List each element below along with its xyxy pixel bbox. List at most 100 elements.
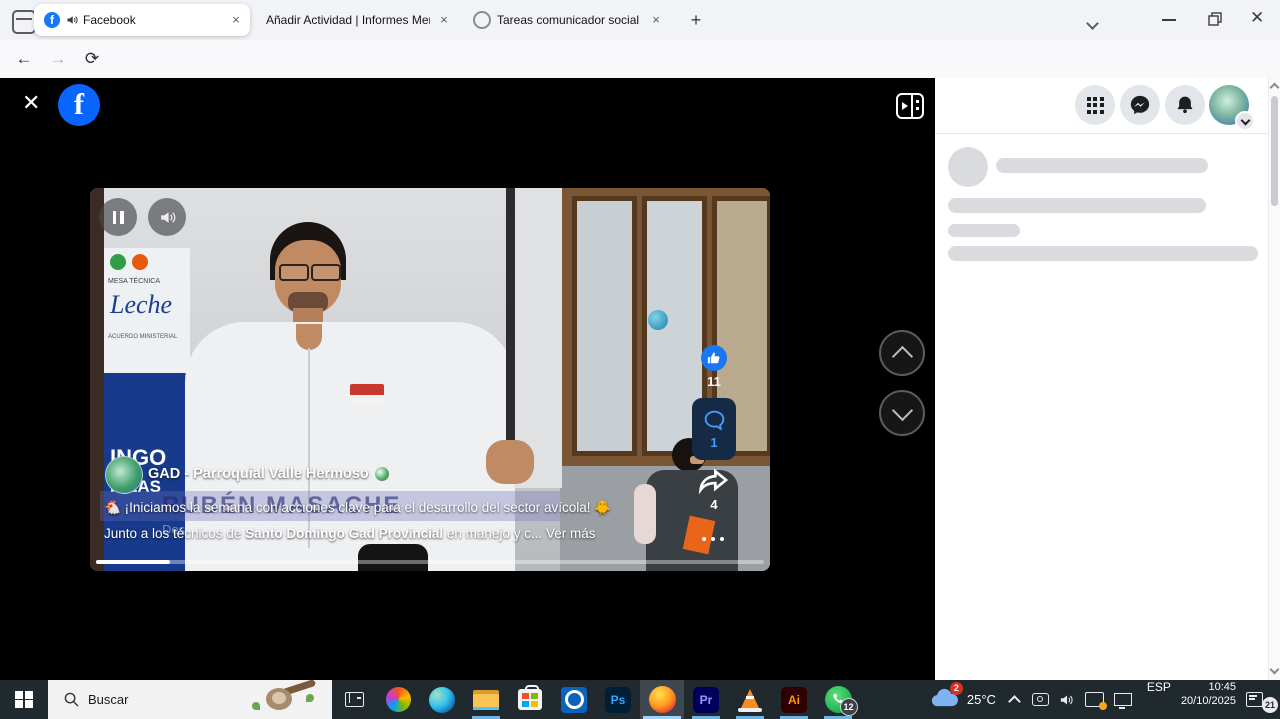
more-options-icon[interactable]: [702, 537, 724, 541]
pause-button[interactable]: [99, 198, 137, 236]
tray-network-icon[interactable]: [1114, 680, 1132, 719]
glass-logo: [648, 310, 668, 330]
previous-reel-button[interactable]: [879, 330, 925, 376]
page-avatar[interactable]: [105, 456, 143, 494]
tray-device-icon[interactable]: [1032, 680, 1049, 719]
skeleton-avatar: [948, 147, 988, 187]
video-progress-track[interactable]: [96, 560, 764, 564]
tab-title: Facebook: [83, 13, 222, 27]
language-indicator[interactable]: ESP: [1147, 680, 1171, 719]
caption-line1: 🐔 ¡Iniciamos la semana con acciones clav…: [104, 500, 611, 516]
tab-close-icon[interactable]: ×: [648, 12, 664, 28]
like-count: 11: [691, 374, 737, 389]
page-name[interactable]: GAD - Parroquial Valle Hermoso: [148, 466, 369, 482]
tab-close-icon[interactable]: ×: [228, 12, 244, 28]
shirt-patch: [350, 384, 384, 404]
skeleton-line: [948, 224, 1020, 237]
clock-time: 10:45: [1181, 680, 1236, 694]
taskbar-premiere-icon[interactable]: Pr: [684, 680, 728, 719]
window-close-button[interactable]: ✕: [1250, 8, 1264, 28]
close-icon[interactable]: ✕: [22, 90, 40, 116]
comment-button[interactable]: 1: [692, 398, 736, 460]
window-restore-button[interactable]: [1208, 12, 1223, 32]
notifications-icon[interactable]: [1165, 85, 1205, 125]
desktop: f Facebook × Añadir Actividad | Informes…: [0, 0, 1280, 719]
taskbar-copilot-icon[interactable]: [376, 680, 420, 719]
chick-emoji: 🐥: [594, 500, 611, 515]
comment-count: 1: [710, 435, 717, 450]
search-box[interactable]: Buscar: [48, 680, 332, 719]
weather-alert-badge: 2: [950, 682, 963, 695]
page-name-row[interactable]: GAD - Parroquial Valle Hermoso: [148, 466, 389, 482]
tab-facebook[interactable]: f Facebook ×: [34, 4, 250, 36]
scroll-down-icon[interactable]: [1270, 665, 1280, 675]
taskbar-photoshop-icon[interactable]: Ps: [596, 680, 640, 719]
task-view-button[interactable]: [332, 680, 376, 719]
apps-grid-icon[interactable]: [1075, 85, 1115, 125]
caption-page-mention[interactable]: Santo Domingo Gad Provincial: [245, 526, 443, 541]
scroll-up-icon[interactable]: [1270, 83, 1280, 93]
messenger-icon[interactable]: [1120, 85, 1160, 125]
taskbar-firefox-icon[interactable]: [640, 680, 684, 719]
taskbar-store-icon[interactable]: [508, 680, 552, 719]
tab-title: Añadir Actividad | Informes Mensua: [266, 13, 430, 27]
search-icon: [64, 692, 79, 707]
page-scrollbar[interactable]: [1268, 78, 1280, 680]
comment-icon: [702, 408, 727, 433]
skeleton-line: [996, 158, 1208, 173]
forward-button[interactable]: →: [45, 49, 71, 69]
weather-temp: 25°C: [967, 692, 996, 707]
taskbar-vlc-icon[interactable]: [728, 680, 772, 719]
browser-toolbar: ← → ⟳ www.facebook.com/reel/196838533401…: [0, 40, 1280, 79]
video-progress-fill: [96, 560, 170, 564]
tray-volume-icon[interactable]: [1059, 680, 1075, 719]
profile-avatar[interactable]: [1209, 85, 1249, 125]
skeleton-line: [948, 246, 1258, 261]
mute-button[interactable]: [148, 198, 186, 236]
taskbar-outlook-icon[interactable]: [552, 680, 596, 719]
share-count: 4: [691, 497, 737, 512]
tab-manager-icon[interactable]: [12, 10, 36, 34]
taskbar-illustrator-icon[interactable]: Ai: [772, 680, 816, 719]
tray-onedrive-icon[interactable]: [1085, 680, 1104, 719]
see-more-link[interactable]: Ver más: [546, 526, 596, 541]
taskbar-file-explorer-icon[interactable]: [464, 680, 508, 719]
facebook-right-panel: [935, 78, 1280, 680]
notification-center-button[interactable]: 21: [1246, 680, 1280, 719]
taskbar-whatsapp-icon[interactable]: 12: [816, 680, 860, 719]
scrollbar-thumb[interactable]: [1271, 96, 1278, 206]
back-button[interactable]: ←: [11, 49, 37, 69]
windows-taskbar: Buscar: [0, 680, 1280, 719]
rooster-emoji: 🐔: [104, 500, 121, 515]
tab-title: Tareas comunicador social GAD: [497, 13, 642, 27]
search-label: Buscar: [88, 692, 128, 707]
tab-favicon-globe-icon: [473, 11, 491, 29]
clock[interactable]: 10:45 20/10/2025: [1181, 680, 1236, 719]
next-reel-button[interactable]: [879, 390, 925, 436]
tab-tareas[interactable]: Tareas comunicador social GAD ×: [464, 4, 670, 36]
list-all-tabs-icon[interactable]: [1088, 15, 1097, 33]
taskbar-edge-icon[interactable]: [420, 680, 464, 719]
tab-close-icon[interactable]: ×: [436, 12, 452, 28]
tab-informes[interactable]: Añadir Actividad | Informes Mensua ×: [258, 4, 458, 36]
facebook-favicon: f: [44, 12, 60, 28]
like-button[interactable]: [701, 345, 727, 371]
whatsapp-badge: 12: [840, 698, 858, 716]
tab-audio-icon[interactable]: [66, 14, 78, 26]
new-tab-button[interactable]: +: [684, 8, 708, 32]
divider: [935, 133, 1268, 134]
reel-video[interactable]: MESA TÉCNICA Leche ACUERDO MINISTERIAL I…: [90, 188, 770, 571]
tray-expand-icon[interactable]: [1010, 680, 1019, 719]
skeleton-line: [948, 198, 1206, 213]
caption-line2: Junto a los técnicos de Santo Domingo Ga…: [104, 526, 596, 541]
reel-viewer: ✕ f: [0, 78, 935, 680]
window-minimize-button[interactable]: [1162, 19, 1176, 21]
search-highlight-sloth[interactable]: [248, 682, 318, 717]
sidebar-toggle-icon[interactable]: [896, 93, 924, 119]
reload-button[interactable]: ⟳: [79, 49, 105, 69]
notification-count-badge: 21: [1262, 697, 1278, 713]
start-button[interactable]: [0, 680, 48, 719]
weather-widget[interactable]: 2 25°C: [929, 680, 996, 719]
facebook-logo[interactable]: f: [58, 84, 100, 126]
browser-tabstrip: f Facebook × Añadir Actividad | Informes…: [0, 0, 1280, 40]
